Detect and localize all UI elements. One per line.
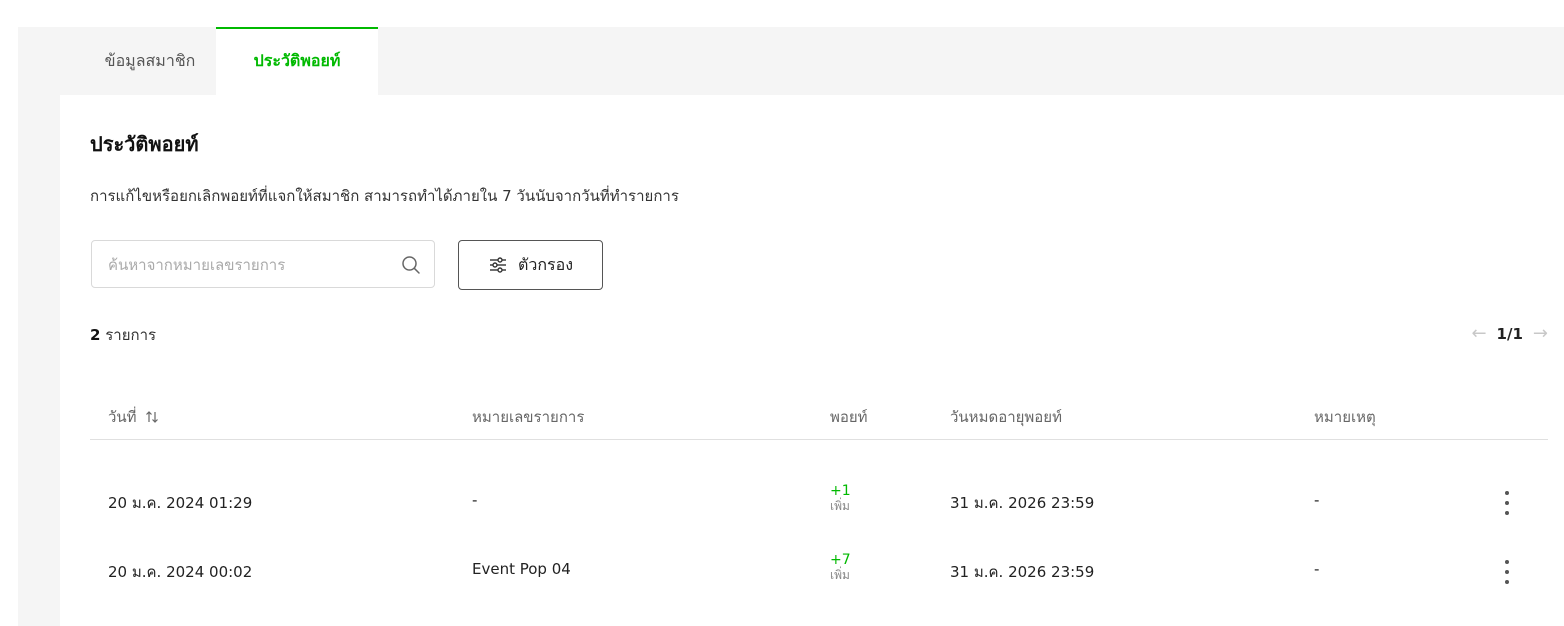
page-description: การแก้ไขหรือยกเลิกพอยท์ที่แจกให้สมาชิก ส…	[90, 187, 679, 205]
next-page-arrow-icon[interactable]: →	[1533, 323, 1548, 344]
tab-member-info[interactable]: ข้อมูลสมาชิก	[60, 27, 240, 95]
row-points-label: เพิ่ม	[830, 499, 850, 513]
row-points-label: เพิ่ม	[830, 568, 850, 582]
row-date: 20 ม.ค. 2024 01:29	[108, 494, 253, 512]
search-input[interactable]	[106, 253, 400, 277]
pagination: ← 1/1 →	[1471, 323, 1548, 344]
row-points: +1 เพิ่ม	[830, 484, 851, 514]
table-header: วันที่ หมายเลขรายการ พอยท์ วันหมดอายุพอย…	[90, 395, 1548, 440]
page-title: ประวัติพอยท์	[90, 132, 199, 156]
prev-page-arrow-icon[interactable]: ←	[1471, 323, 1486, 344]
row-more-icon[interactable]	[1502, 491, 1512, 515]
tab-point-history[interactable]: ประวัติพอยท์	[216, 27, 378, 95]
row-ref: -	[472, 491, 478, 509]
sort-icon[interactable]	[145, 410, 159, 424]
column-date-label: วันที่	[108, 408, 137, 426]
column-date[interactable]: วันที่	[108, 405, 159, 429]
table-row: 20 ม.ค. 2024 01:29 - +1 เพิ่ม 31 ม.ค. 20…	[90, 468, 1548, 538]
row-expiry: 31 ม.ค. 2026 23:59	[950, 563, 1095, 581]
column-ref: หมายเลขรายการ	[472, 408, 585, 426]
row-note: -	[1314, 491, 1320, 509]
row-note: -	[1314, 560, 1320, 578]
sliders-icon	[489, 257, 506, 273]
member-panel: ข้อมูลสมาชิก ประวัติพอยท์ ประวัติพอยท์ ก…	[18, 27, 1564, 626]
column-expiry: วันหมดอายุพอยท์	[950, 408, 1062, 426]
row-points-value: +1	[830, 483, 851, 499]
row-more-icon[interactable]	[1502, 560, 1512, 584]
filter-button[interactable]: ตัวกรอง	[458, 240, 603, 290]
search-icon[interactable]	[400, 254, 422, 276]
result-count-label: รายการ	[105, 326, 157, 344]
row-expiry: 31 ม.ค. 2026 23:59	[950, 494, 1095, 512]
column-note: หมายเหตุ	[1314, 408, 1376, 426]
point-history-content: ประวัติพอยท์ การแก้ไขหรือยกเลิกพอยท์ที่แ…	[60, 95, 1564, 626]
page-indicator: 1/1	[1496, 324, 1523, 343]
result-count: 2 รายการ	[90, 323, 156, 347]
filter-button-label: ตัวกรอง	[517, 254, 574, 274]
row-points-value: +7	[830, 552, 851, 568]
row-date: 20 ม.ค. 2024 00:02	[108, 563, 253, 581]
row-points: +7 เพิ่ม	[830, 553, 851, 583]
search-box	[91, 240, 435, 288]
column-points: พอยท์	[830, 408, 868, 426]
table-row: 20 ม.ค. 2024 00:02 Event Pop 04 +7 เพิ่ม…	[90, 538, 1548, 608]
row-ref: Event Pop 04	[472, 560, 571, 578]
result-count-number: 2	[90, 326, 101, 344]
